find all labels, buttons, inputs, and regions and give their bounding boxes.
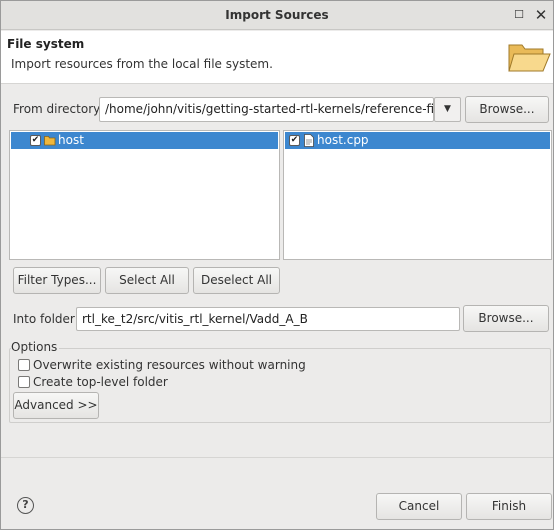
- deselect-all-button[interactable]: Deselect All: [193, 267, 280, 294]
- options-label: Options: [11, 340, 60, 354]
- wizard-header: File system Import resources from the lo…: [1, 31, 553, 84]
- close-icon[interactable]: ✕: [533, 7, 549, 23]
- tree-item-host[interactable]: ✔ host: [11, 132, 278, 149]
- chevron-down-icon[interactable]: ▼: [434, 97, 461, 122]
- checkbox-checked-icon[interactable]: ✔: [30, 135, 41, 146]
- page-title: File system: [7, 37, 85, 51]
- list-item-host-cpp[interactable]: ✔ host.cpp: [285, 132, 550, 149]
- into-folder-input[interactable]: rtl_ke_t2/src/vitis_rtl_kernel/Vadd_A_B: [76, 307, 460, 331]
- tree-item-label: host: [58, 133, 84, 147]
- advanced-button[interactable]: Advanced >>: [13, 392, 99, 419]
- top-level-folder-label[interactable]: Create top-level folder: [33, 375, 168, 389]
- from-directory-label: From directory:: [13, 102, 104, 116]
- footer-divider: [1, 457, 553, 458]
- overwrite-checkbox[interactable]: [18, 359, 30, 371]
- page-description: Import resources from the local file sys…: [11, 57, 273, 71]
- browse-folder-button[interactable]: Browse...: [463, 305, 549, 332]
- folder-tree[interactable]: ✔ host: [9, 130, 280, 260]
- into-folder-label: Into folder:: [13, 312, 79, 326]
- help-icon[interactable]: ?: [17, 497, 34, 514]
- from-directory-combo[interactable]: /home/john/vitis/getting-started-rtl-ker…: [99, 97, 434, 122]
- file-list[interactable]: ✔ host.cpp: [283, 130, 552, 260]
- maximize-icon[interactable]: ☐: [511, 7, 527, 23]
- window-title: Import Sources: [225, 8, 329, 22]
- finish-button[interactable]: Finish: [466, 493, 552, 520]
- checkbox-checked-icon[interactable]: ✔: [289, 135, 300, 146]
- title-bar: Import Sources ☐ ✕: [1, 1, 553, 30]
- cancel-button[interactable]: Cancel: [376, 493, 462, 520]
- browse-directory-button[interactable]: Browse...: [465, 96, 549, 123]
- import-sources-dialog: Import Sources ☐ ✕ File system Import re…: [0, 0, 554, 530]
- folder-icon: [44, 136, 56, 146]
- filter-types-button[interactable]: Filter Types...: [13, 267, 101, 294]
- select-all-button[interactable]: Select All: [105, 267, 189, 294]
- file-icon: [304, 134, 314, 147]
- folder-open-icon: [508, 44, 551, 72]
- list-item-label: host.cpp: [317, 133, 369, 147]
- overwrite-label[interactable]: Overwrite existing resources without war…: [33, 358, 306, 372]
- top-level-folder-checkbox[interactable]: [18, 376, 30, 388]
